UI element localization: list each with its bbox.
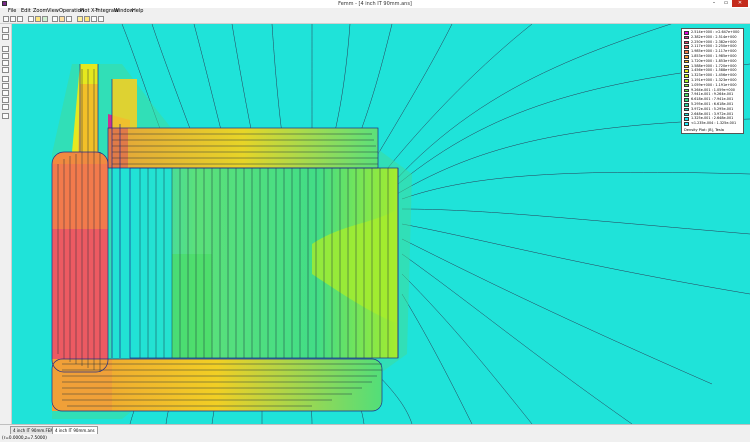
save-icon[interactable] [17,16,23,22]
new-file-icon[interactable] [3,16,9,22]
pointer-icon[interactable] [98,16,104,22]
block-integral-icon[interactable] [84,16,90,22]
cursor-coordinates: (r=0.0000,z=7.5000) [2,435,47,440]
legend-swatch [684,88,689,93]
toolbar [0,15,750,24]
legend-swatch [684,55,689,59]
density-plot-icon[interactable] [52,16,58,22]
legend-swatch [684,45,689,49]
grid-icon[interactable] [2,60,9,66]
contour-mode-icon[interactable] [2,97,9,103]
legend-label: <1.235e-004 : 1.325e-001 [691,121,737,126]
legend-caption: Density Plot: |B|, Tesla [684,128,724,132]
density-plot [51,24,750,424]
legend-swatch [684,107,689,112]
zoom-out-icon[interactable] [35,16,41,22]
menu-file[interactable]: File [8,8,16,15]
open-file-icon[interactable] [10,16,16,22]
area-mode-icon[interactable] [2,104,9,110]
maximize-button[interactable]: ▭ [720,0,732,7]
point-values-icon[interactable] [66,16,72,22]
vector-plot-icon[interactable] [59,16,65,22]
zoom-out-side-icon[interactable] [2,53,9,59]
field-plot-canvas[interactable]: 2.514e+000 : >2.647e+000 2.382e+000 : 2.… [12,24,750,424]
legend-swatch [684,112,689,117]
minimize-button[interactable]: – [708,0,720,7]
menu-bar: File Edit Zoom View Operation Plot X-Y I… [0,8,750,15]
zoom-in-icon[interactable] [28,16,34,22]
legend-swatch [684,117,689,121]
zoom-window-icon[interactable] [2,27,9,33]
arrow-icon[interactable] [2,83,9,89]
point-mode-icon[interactable] [2,90,9,96]
legend-swatch [684,83,689,88]
legend-swatch [684,93,689,97]
zoom-in-side-icon[interactable] [2,46,9,52]
legend-swatch [684,69,689,73]
menu-zoom[interactable]: Zoom [33,8,47,15]
legend-swatch [684,64,689,69]
legend-swatch [684,40,689,45]
snap-icon[interactable] [2,67,9,73]
menu-edit[interactable]: Edit [21,8,31,15]
window-controls: – ▭ ✕ [708,0,748,7]
mesh-icon[interactable] [2,76,9,82]
legend-swatch [684,122,689,126]
zoom-extents-icon[interactable] [2,34,9,40]
status-bar: (r=0.0000,z=7.5000) [0,434,750,442]
legend-swatch [684,59,689,64]
contour-plot-icon[interactable] [42,16,48,22]
legend-swatch [684,31,689,35]
refresh-icon[interactable] [2,113,9,119]
menu-window[interactable]: Window [114,8,134,15]
left-toolbar [0,24,12,424]
menu-help[interactable]: Help [132,8,143,15]
menu-view[interactable]: View [47,8,59,15]
window-title: Femm - [4 inch IT 90mm.ans] [338,1,412,7]
density-legend: 2.514e+000 : >2.647e+000 2.382e+000 : 2.… [681,28,744,134]
legend-swatch [684,74,689,78]
legend-swatch [684,50,689,54]
legend-swatch [684,98,689,102]
legend-swatch [684,103,689,107]
line-values-icon[interactable] [77,16,83,22]
bottom-pole-piece [52,359,382,411]
close-button[interactable]: ✕ [732,0,748,7]
area-select-icon[interactable] [91,16,97,22]
magnet-region [112,168,398,358]
legend-swatch [684,79,689,83]
legend-swatch [684,35,689,40]
